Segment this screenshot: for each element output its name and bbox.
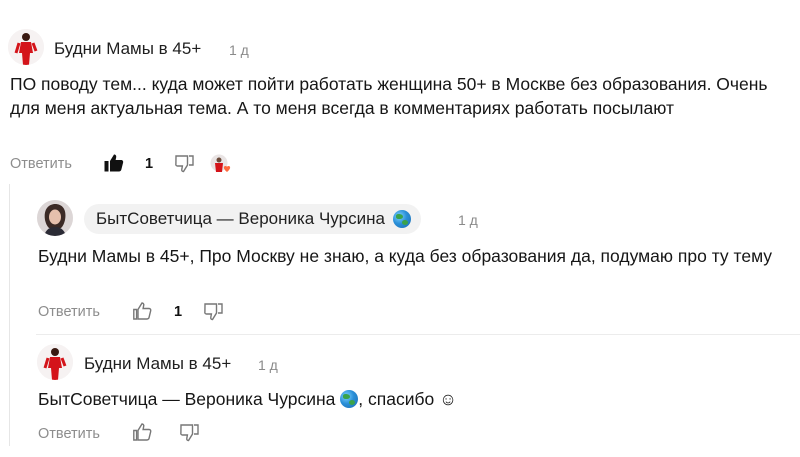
avatar[interactable] [37, 200, 73, 236]
author-chip[interactable]: БытСоветчица — Вероника Чурсина [84, 204, 421, 234]
thumbs-up-icon[interactable] [133, 423, 152, 446]
reply-button[interactable]: Ответить [38, 304, 100, 320]
divider [36, 334, 800, 335]
thread-line [9, 184, 10, 446]
reply-button[interactable]: Ответить [10, 156, 72, 172]
reply-button[interactable]: Ответить [38, 426, 100, 442]
mention-link[interactable]: БытСоветчица — Вероника Чурсина [38, 389, 335, 409]
comment-time: 1 д [458, 212, 478, 228]
avatar[interactable] [37, 344, 73, 380]
red-figure-avatar-icon [37, 344, 73, 380]
like-count: 1 [174, 304, 183, 320]
comment-time: 1 д [229, 42, 249, 58]
globe-emoji-icon [340, 390, 359, 408]
comment-text: Будни Мамы в 45+, Про Москву не знаю, а … [38, 246, 773, 266]
thumbs-down-icon[interactable] [204, 303, 223, 326]
author-heart-avatar-icon [210, 154, 232, 174]
comment-author: БытСоветчица — Вероника Чурсина [96, 209, 385, 228]
woman-portrait-avatar-icon [37, 200, 73, 236]
comment-text: ПО поводу тем... куда может пойти работа… [10, 74, 768, 118]
like-count: 1 [145, 156, 154, 172]
thumbs-down-icon[interactable] [180, 424, 199, 447]
comment-author[interactable]: Будни Мамы в 45+ [54, 39, 201, 59]
comment-text-rest: , спасибо ☺ [358, 389, 457, 409]
comment-time: 1 д [258, 357, 278, 373]
comment-text: БытСоветчица — Вероника Чурсина , спасиб… [38, 387, 778, 411]
thumbs-up-icon[interactable] [133, 302, 152, 325]
thumbs-up-icon[interactable] [104, 153, 124, 177]
avatar[interactable] [8, 29, 44, 65]
red-figure-avatar-icon [8, 29, 44, 65]
comment-author[interactable]: Будни Мамы в 45+ [84, 354, 231, 374]
thumbs-down-icon[interactable] [175, 155, 194, 178]
globe-emoji-icon [392, 210, 411, 228]
